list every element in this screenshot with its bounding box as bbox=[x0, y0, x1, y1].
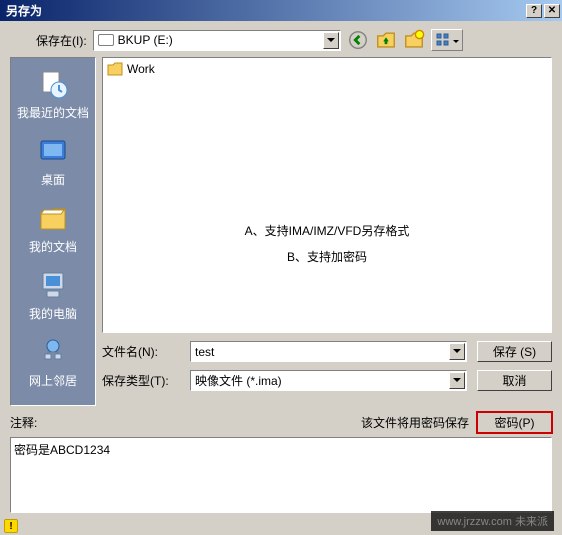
folder-icon bbox=[107, 62, 123, 76]
sidebar-item-computer[interactable]: 我的电脑 bbox=[11, 265, 95, 332]
sidebar-item-label: 我最近的文档 bbox=[13, 104, 93, 121]
window-title: 另存为 bbox=[2, 2, 524, 19]
drive-dropdown[interactable]: BKUP (E:) bbox=[93, 30, 341, 51]
network-icon bbox=[37, 336, 69, 368]
sidebar-item-label: 我的电脑 bbox=[13, 305, 93, 322]
chevron-down-icon[interactable] bbox=[449, 372, 465, 389]
sidebar-item-label: 我的文档 bbox=[13, 238, 93, 255]
computer-icon bbox=[37, 269, 69, 301]
watermark: www.jrzzw.com 未来派 bbox=[431, 511, 554, 531]
desktop-icon bbox=[37, 135, 69, 167]
drive-text: BKUP (E:) bbox=[118, 33, 173, 47]
drive-icon bbox=[98, 34, 114, 46]
toolbar: 保存在(I): BKUP (E:) bbox=[0, 21, 562, 57]
back-icon[interactable] bbox=[347, 29, 369, 51]
new-folder-icon[interactable] bbox=[403, 29, 425, 51]
password-button[interactable]: 密码(P) bbox=[477, 412, 552, 433]
close-button[interactable]: ✕ bbox=[544, 4, 560, 18]
sidebar-item-recent[interactable]: 我最近的文档 bbox=[11, 64, 95, 131]
filetype-label: 保存类型(T): bbox=[102, 372, 180, 389]
chevron-down-icon[interactable] bbox=[449, 343, 465, 360]
folder-item-work[interactable]: Work bbox=[107, 62, 547, 76]
filename-label: 文件名(N): bbox=[102, 343, 180, 360]
save-button[interactable]: 保存 (S) bbox=[477, 341, 552, 362]
places-sidebar: 我最近的文档 桌面 我的文档 我的电脑 网上邻居 bbox=[10, 57, 96, 406]
filename-input[interactable]: test bbox=[190, 341, 467, 362]
sidebar-item-network[interactable]: 网上邻居 bbox=[11, 332, 95, 399]
filetype-dropdown[interactable]: 映像文件 (*.ima) bbox=[190, 370, 467, 391]
notes-label: 注释: bbox=[10, 414, 37, 431]
hint-text: A、支持IMA/IMZ/VFD另存格式 B、支持加密码 bbox=[103, 218, 551, 270]
cancel-button[interactable]: 取消 bbox=[477, 370, 552, 391]
views-menu-icon[interactable] bbox=[431, 29, 463, 51]
up-folder-icon[interactable] bbox=[375, 29, 397, 51]
save-in-label: 保存在(I): bbox=[36, 32, 87, 49]
file-list[interactable]: Work A、支持IMA/IMZ/VFD另存格式 B、支持加密码 bbox=[102, 57, 552, 333]
help-button[interactable]: ? bbox=[526, 4, 542, 18]
notes-textarea[interactable]: 密码是ABCD1234 bbox=[10, 437, 552, 513]
title-bar: 另存为 ? ✕ bbox=[0, 0, 562, 21]
warning-icon: ! bbox=[4, 519, 18, 533]
folder-label: Work bbox=[127, 62, 155, 76]
chevron-down-icon[interactable] bbox=[323, 32, 339, 49]
sidebar-item-documents[interactable]: 我的文档 bbox=[11, 198, 95, 265]
sidebar-item-label: 网上邻居 bbox=[13, 372, 93, 389]
password-hint: 该文件将用密码保存 bbox=[361, 414, 469, 431]
sidebar-item-label: 桌面 bbox=[13, 171, 93, 188]
recent-docs-icon bbox=[37, 68, 69, 100]
sidebar-item-desktop[interactable]: 桌面 bbox=[11, 131, 95, 198]
documents-icon bbox=[37, 202, 69, 234]
